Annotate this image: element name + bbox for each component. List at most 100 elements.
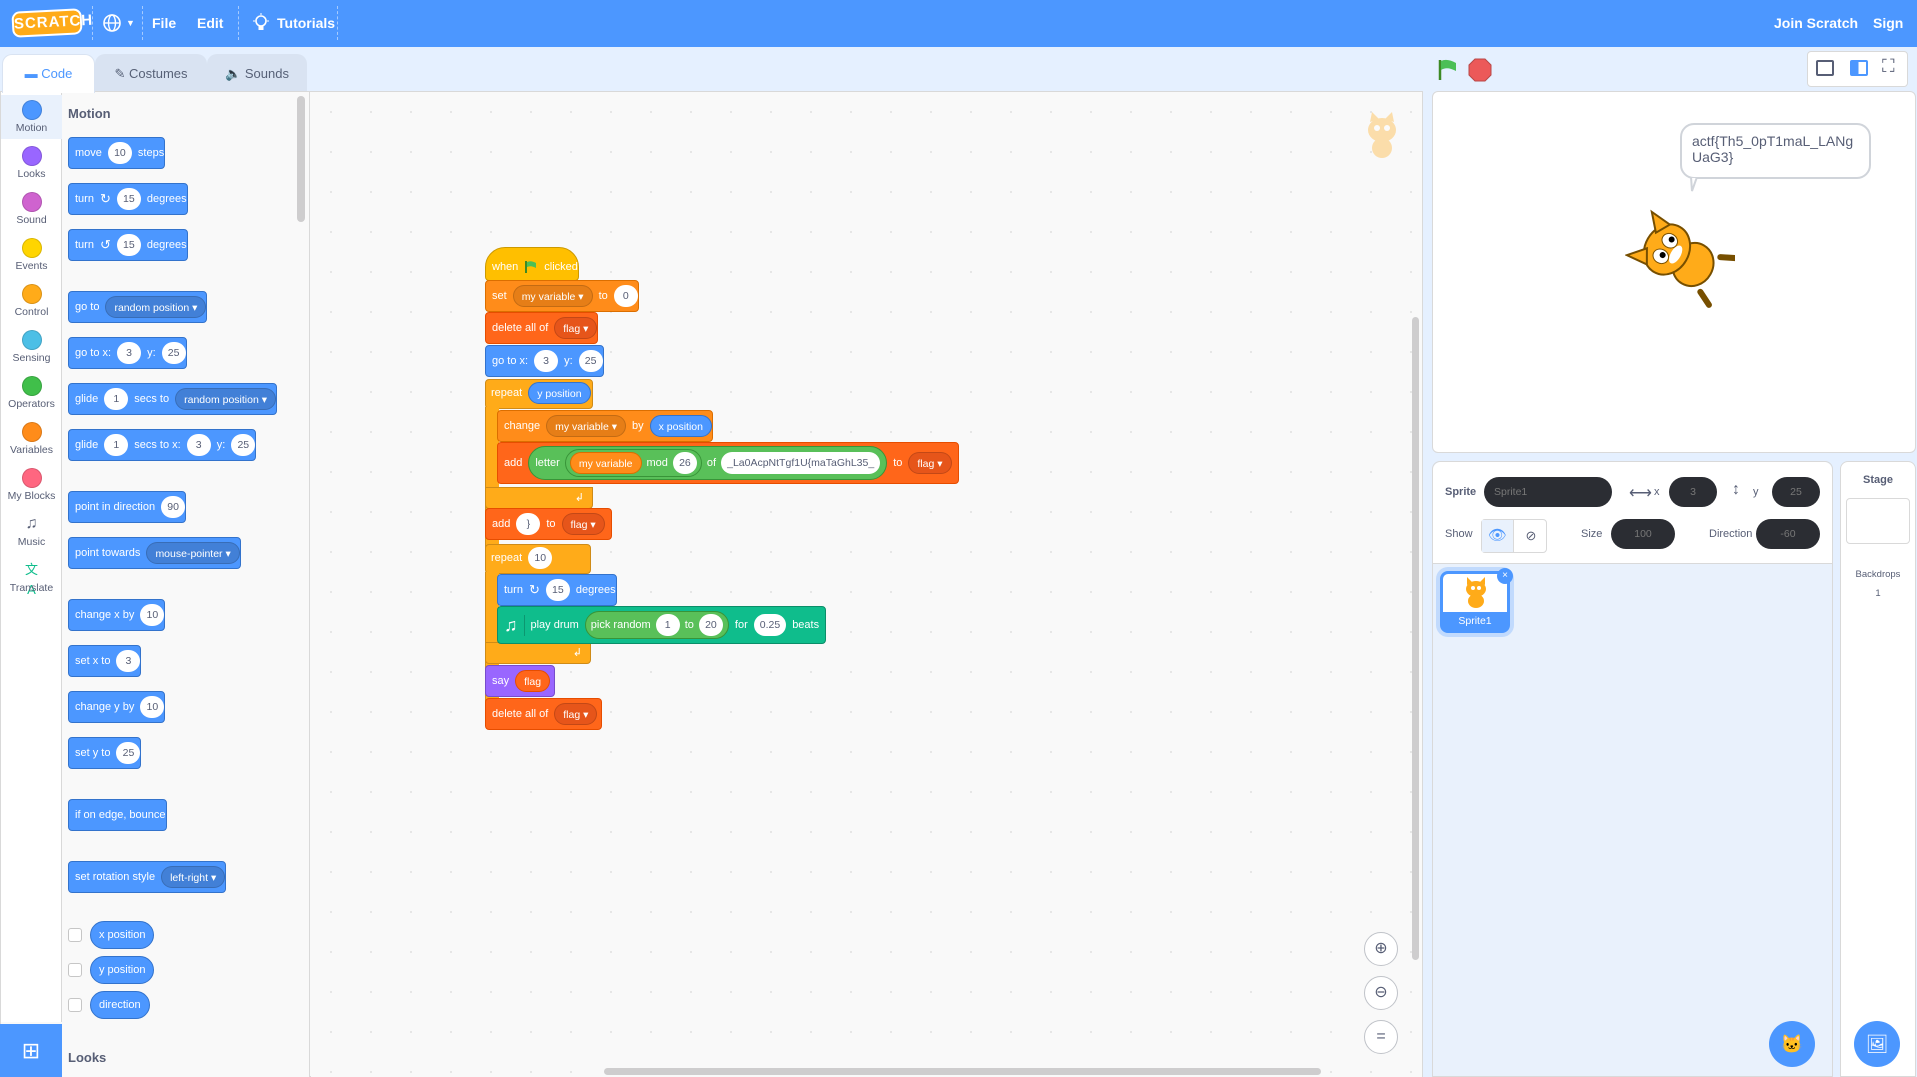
block-dropdown[interactable]: left-right ▾: [161, 866, 226, 888]
block-input[interactable]: 90: [161, 496, 186, 518]
pick-random-operator[interactable]: pick random 1 to 20: [584, 611, 729, 639]
x-position-checkbox[interactable]: [68, 928, 82, 942]
add-extension-button[interactable]: ⊞: [0, 1024, 62, 1077]
glide-to-xy-block[interactable]: glide 1 secs to x: 3 y: 25: [68, 429, 257, 461]
turn-left-block[interactable]: turn ↺ 15 degrees: [68, 229, 188, 261]
block-input[interactable]: 0.25: [753, 614, 787, 636]
block-input[interactable]: 20: [698, 614, 723, 636]
when-flag-clicked-block[interactable]: when clicked: [485, 247, 579, 281]
eye-hidden-icon[interactable]: ⊘: [1515, 520, 1547, 552]
tab-costumes[interactable]: ✎ Costumes: [95, 54, 207, 92]
string-input[interactable]: _La0AcpNtTgf1U{maTaGhL35_: [721, 452, 881, 474]
small-stage-button[interactable]: [1816, 60, 1834, 76]
category-variables[interactable]: Variables: [1, 417, 62, 461]
add-to-list-block[interactable]: add letter my variable mod 26 of _La0Acp…: [497, 442, 959, 484]
go-to-xy-block[interactable]: go to x: 3 y: 25: [68, 337, 187, 369]
block-input[interactable]: 3: [534, 350, 559, 372]
stage-canvas[interactable]: actf{Th5_0pT1maL_LANgUaG3}: [1432, 91, 1916, 453]
direction-input[interactable]: -60: [1756, 519, 1820, 549]
eye-icon[interactable]: 👁: [1482, 520, 1514, 552]
block-input[interactable]: }: [516, 513, 541, 535]
sign-in-link[interactable]: Sign in: [1873, 0, 1917, 78]
file-menu[interactable]: File: [152, 0, 176, 47]
repeat-10-block[interactable]: repeat 10: [485, 542, 553, 574]
play-drum-block[interactable]: ♫ play drum pick random 1 to 20 for 0.25…: [497, 606, 827, 644]
block-input[interactable]: 15: [116, 188, 141, 210]
block-input[interactable]: 10: [140, 696, 165, 718]
block-input[interactable]: 25: [578, 350, 603, 372]
block-input[interactable]: 25: [231, 434, 256, 456]
list-dropdown[interactable]: flag ▾: [908, 452, 952, 474]
set-variable-block[interactable]: set my variable ▾ to 0: [485, 280, 639, 312]
turn-right-block[interactable]: turn ↻ 15 degrees: [497, 574, 617, 606]
delete-all-of-list-block[interactable]: delete all of flag ▾: [485, 312, 599, 344]
point-towards-block[interactable]: point towards mouse-pointer ▾: [68, 537, 241, 569]
script-workspace[interactable]: ↲ ↲ when clicked set my variable ▾ to 0 del…: [311, 92, 1422, 1077]
block-input[interactable]: 10: [107, 142, 132, 164]
add-backdrop-button[interactable]: 🖼: [1854, 1021, 1900, 1067]
my-variable-reporter[interactable]: my variable: [569, 452, 642, 474]
add-to-list-block[interactable]: add} to flag ▾: [485, 508, 612, 540]
stop-icon[interactable]: [1468, 58, 1492, 82]
block-input[interactable]: 3: [186, 434, 211, 456]
workspace-vertical-scrollbar[interactable]: [1412, 317, 1419, 960]
add-sprite-button[interactable]: 🐱: [1769, 1021, 1815, 1067]
block-input[interactable]: 3: [117, 342, 142, 364]
direction-reporter[interactable]: direction: [90, 991, 150, 1019]
y-position-checkbox[interactable]: [68, 963, 82, 977]
green-flag-icon[interactable]: [1436, 58, 1460, 82]
delete-sprite-icon[interactable]: ×: [1497, 568, 1513, 584]
category-translate[interactable]: 文A Translate: [1, 555, 62, 599]
category-sound[interactable]: Sound: [1, 187, 62, 231]
zoom-reset-button[interactable]: =: [1364, 1020, 1398, 1054]
block-dropdown[interactable]: mouse-pointer ▾: [146, 542, 240, 564]
turn-right-block[interactable]: turn ↻ 15 degrees: [68, 183, 188, 215]
bounce-block[interactable]: if on edge, bounce: [68, 799, 167, 831]
block-input[interactable]: 25: [161, 342, 186, 364]
palette-scrollbar[interactable]: [297, 96, 305, 222]
glide-to-block[interactable]: glide 1 secs to random position ▾: [68, 383, 278, 415]
stage-selector[interactable]: Stage Backdrops 1 🖼: [1840, 461, 1916, 1077]
zoom-in-button[interactable]: ⊕: [1364, 932, 1398, 966]
change-y-block[interactable]: change y by 10: [68, 691, 166, 723]
letter-of-operator[interactable]: letter my variable mod 26 of _La0AcpNtTg…: [528, 446, 888, 480]
x-position-reporter[interactable]: x position: [649, 415, 712, 437]
block-input[interactable]: 1: [104, 388, 129, 410]
flag-list-reporter[interactable]: flag: [515, 670, 551, 692]
sprite-name-input[interactable]: Sprite1: [1484, 477, 1612, 507]
set-rotation-style-block[interactable]: set rotation style left-right ▾: [68, 861, 227, 893]
block-input[interactable]: 10: [528, 547, 553, 569]
block-input[interactable]: 3: [116, 650, 141, 672]
edit-menu[interactable]: Edit: [197, 0, 223, 47]
category-motion[interactable]: Motion: [1, 95, 62, 139]
change-x-block[interactable]: change x by 10: [68, 599, 166, 631]
move-steps-block[interactable]: move 10 steps: [68, 137, 166, 169]
tab-sounds[interactable]: 🔈 Sounds: [207, 54, 307, 92]
fullscreen-icon[interactable]: ⛶: [1882, 56, 1895, 77]
join-scratch-link[interactable]: Join Scratch: [1774, 0, 1858, 47]
point-in-direction-block[interactable]: point in direction 90: [68, 491, 187, 523]
block-input[interactable]: 1: [104, 434, 129, 456]
variable-dropdown[interactable]: my variable ▾: [512, 285, 593, 307]
block-input[interactable]: 25: [116, 742, 141, 764]
block-input[interactable]: 26: [672, 452, 697, 474]
category-events[interactable]: Events: [1, 233, 62, 277]
block-input[interactable]: 15: [545, 579, 570, 601]
mod-operator[interactable]: my variable mod 26: [564, 449, 702, 477]
block-input[interactable]: 15: [116, 234, 141, 256]
x-position-reporter[interactable]: x position: [90, 921, 155, 949]
repeat-y-position-block[interactable]: repeat y position: [485, 377, 591, 409]
list-dropdown[interactable]: flag ▾: [554, 317, 598, 339]
block-dropdown[interactable]: random position ▾: [175, 388, 277, 410]
category-operators[interactable]: Operators: [1, 371, 62, 415]
sprite-tile[interactable]: × Sprite1: [1440, 568, 1513, 633]
delete-all-of-list-block[interactable]: delete all of flag ▾: [485, 698, 603, 730]
block-input[interactable]: 0: [613, 285, 638, 307]
scratch-logo[interactable]: SCRATCH: [11, 8, 94, 38]
zoom-out-button[interactable]: ⊖: [1364, 976, 1398, 1010]
category-sensing[interactable]: Sensing: [1, 325, 62, 369]
y-position-reporter[interactable]: y position: [528, 382, 591, 404]
workspace-horizontal-scrollbar[interactable]: [604, 1068, 1321, 1075]
x-input[interactable]: 3: [1669, 477, 1717, 507]
variable-dropdown[interactable]: my variable ▾: [546, 415, 626, 437]
